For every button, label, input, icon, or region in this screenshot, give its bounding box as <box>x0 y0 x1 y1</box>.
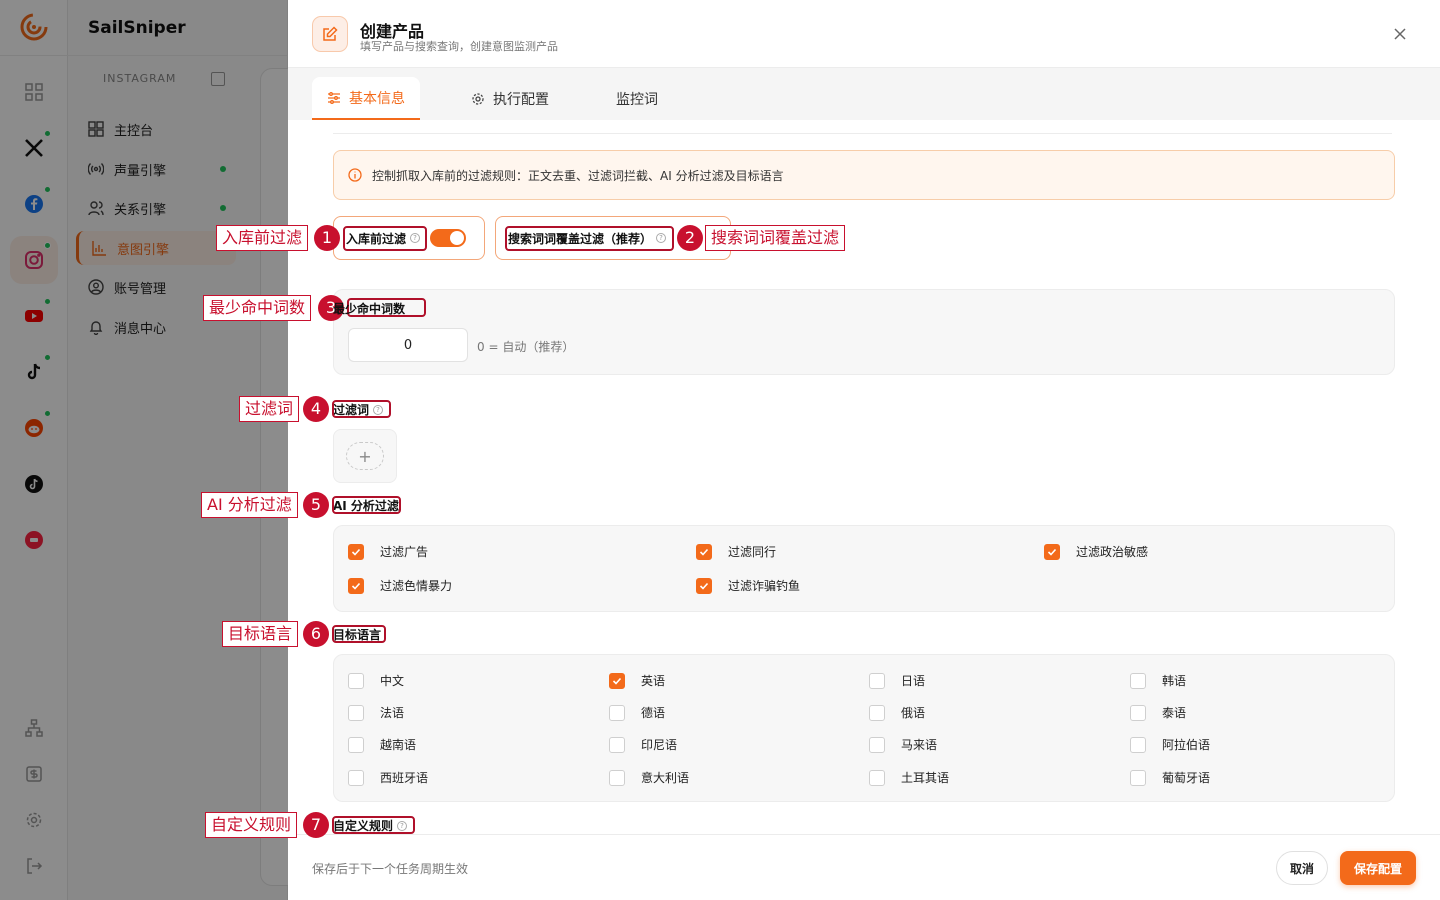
checkbox[interactable] <box>1044 543 1060 560</box>
check-icon <box>351 548 361 556</box>
check-icon <box>612 677 622 685</box>
checkbox[interactable] <box>348 736 364 753</box>
checkbox[interactable] <box>348 543 364 560</box>
plus-icon: + <box>346 442 384 470</box>
body-divider <box>333 133 1392 134</box>
annotation-number: 6 <box>303 621 329 647</box>
drawer-header: 创建产品 填写产品与搜索查询，创建意图监测产品 <box>288 0 1440 68</box>
gear-icon <box>472 92 484 105</box>
annotation-label: 最少命中词数 <box>203 295 312 321</box>
check-icon <box>699 582 709 590</box>
annotation-box <box>343 226 427 251</box>
language-option[interactable]: 西班牙语 <box>348 769 428 786</box>
language-option[interactable]: 德语 <box>609 704 665 721</box>
annotation-label: 搜索词词覆盖过滤 <box>705 225 846 251</box>
language-option[interactable]: 泰语 <box>1130 704 1186 721</box>
min-hits-panel: 0 = 自动（推荐） <box>333 289 1395 375</box>
annotation-box <box>332 816 415 834</box>
language-option[interactable]: 葡萄牙语 <box>1130 769 1210 786</box>
checkbox[interactable] <box>1130 672 1146 689</box>
language-option[interactable]: 阿拉伯语 <box>1130 736 1210 753</box>
annotation-number: 1 <box>314 225 340 251</box>
checkbox[interactable] <box>696 577 712 594</box>
language-option[interactable]: 中文 <box>348 672 404 689</box>
filter-notice: 控制抓取入库前的过滤规则：正文去重、过滤词拦截、AI 分析过滤及目标语言 <box>333 150 1395 200</box>
tab-monitor-words[interactable]: 监控词 <box>600 77 674 120</box>
tab-label: 监控词 <box>616 91 658 108</box>
checkbox[interactable] <box>1130 769 1146 786</box>
checkbox[interactable] <box>1130 704 1146 721</box>
checkbox[interactable] <box>348 704 364 721</box>
ai-filter-option[interactable]: 过滤同行 <box>696 543 776 560</box>
ai-filter-panel: 过滤广告 过滤同行 过滤政治敏感 过滤色情暴力 过滤诈骗钓鱼 <box>333 525 1395 612</box>
language-option[interactable]: 土耳其语 <box>869 769 949 786</box>
checkbox[interactable] <box>348 577 364 594</box>
checkbox[interactable] <box>609 769 625 786</box>
checkbox[interactable] <box>609 736 625 753</box>
annotation-box <box>332 400 391 418</box>
close-icon[interactable] <box>1390 24 1410 44</box>
checkbox[interactable] <box>696 543 712 560</box>
language-option[interactable]: 法语 <box>348 704 404 721</box>
min-hits-label: 最少命中词数 <box>333 302 406 316</box>
language-option[interactable]: 日语 <box>869 672 925 689</box>
edit-icon <box>312 16 348 52</box>
ai-filter-option[interactable]: 过滤色情暴力 <box>348 577 452 594</box>
check-icon <box>1047 548 1057 556</box>
checkbox[interactable] <box>1130 736 1146 753</box>
drawer-tabs: 基本信息 执行配置 监控词 <box>288 68 1440 120</box>
checkbox[interactable] <box>869 736 885 753</box>
language-option[interactable]: 英语 <box>609 672 665 689</box>
drawer-footer: 保存后于下一个任务周期生效 取消 保存配置 <box>288 834 1440 900</box>
checkbox[interactable] <box>609 672 625 689</box>
check-icon <box>351 582 361 590</box>
language-option[interactable]: 马来语 <box>869 736 937 753</box>
checkbox[interactable] <box>609 704 625 721</box>
footer-hint: 保存后于下一个任务周期生效 <box>312 862 469 876</box>
drawer-body: 控制抓取入库前的过滤规则：正文去重、过滤词拦截、AI 分析过滤及目标语言 入库前… <box>312 120 1416 834</box>
min-hits-hint: 0 = 自动（推荐） <box>477 340 575 354</box>
annotation-box <box>332 496 401 514</box>
annotation-label: 入库前过滤 <box>216 225 309 251</box>
min-hits-input[interactable] <box>348 328 468 362</box>
add-filter-word-button[interactable]: + <box>333 429 397 483</box>
annotation-label: 过滤词 <box>239 396 300 422</box>
language-option[interactable]: 俄语 <box>869 704 925 721</box>
language-option[interactable]: 印尼语 <box>609 736 677 753</box>
tab-basic-info[interactable]: 基本信息 <box>312 77 420 120</box>
language-option[interactable]: 韩语 <box>1130 672 1186 689</box>
tab-exec-config[interactable]: 执行配置 <box>460 77 560 120</box>
annotation-label: 自定义规则 <box>205 812 298 838</box>
annotation-box <box>505 226 674 251</box>
cancel-button[interactable]: 取消 <box>1276 851 1328 885</box>
create-product-drawer: 创建产品 填写产品与搜索查询，创建意图监测产品 基本信息 执行配置 监控词 控制… <box>288 0 1440 900</box>
language-option[interactable]: 意大利语 <box>609 769 689 786</box>
target-language-panel: 中文 英语 日语 韩语 法语 德语 俄语 泰语 越南语 印尼语 马来语 阿拉伯语… <box>333 654 1395 802</box>
check-icon <box>699 548 709 556</box>
save-config-button[interactable]: 保存配置 <box>1340 851 1416 885</box>
ai-filter-option[interactable]: 过滤政治敏感 <box>1044 543 1148 560</box>
language-option[interactable]: 越南语 <box>348 736 416 753</box>
annotation-label: 目标语言 <box>222 621 299 647</box>
ai-filter-option[interactable]: 过滤诈骗钓鱼 <box>696 577 800 594</box>
annotation-number: 2 <box>677 225 703 251</box>
checkbox[interactable] <box>348 769 364 786</box>
sliders-icon <box>328 91 340 104</box>
prefilter-toggle[interactable] <box>430 229 467 247</box>
notice-text: 控制抓取入库前的过滤规则：正文去重、过滤词拦截、AI 分析过滤及目标语言 <box>372 168 784 183</box>
annotation-label: AI 分析过滤 <box>201 492 298 518</box>
tab-label: 基本信息 <box>349 90 405 107</box>
checkbox[interactable] <box>348 672 364 689</box>
checkbox[interactable] <box>869 704 885 721</box>
annotation-box <box>332 625 386 643</box>
checkbox[interactable] <box>869 672 885 689</box>
drawer-subtitle: 填写产品与搜索查询，创建意图监测产品 <box>360 40 558 53</box>
info-icon <box>348 168 362 182</box>
annotation-number: 7 <box>303 812 329 838</box>
ai-filter-option[interactable]: 过滤广告 <box>348 543 428 560</box>
annotation-number: 5 <box>303 492 329 518</box>
checkbox[interactable] <box>869 769 885 786</box>
annotation-number: 4 <box>303 396 329 422</box>
tab-label: 执行配置 <box>493 91 549 108</box>
